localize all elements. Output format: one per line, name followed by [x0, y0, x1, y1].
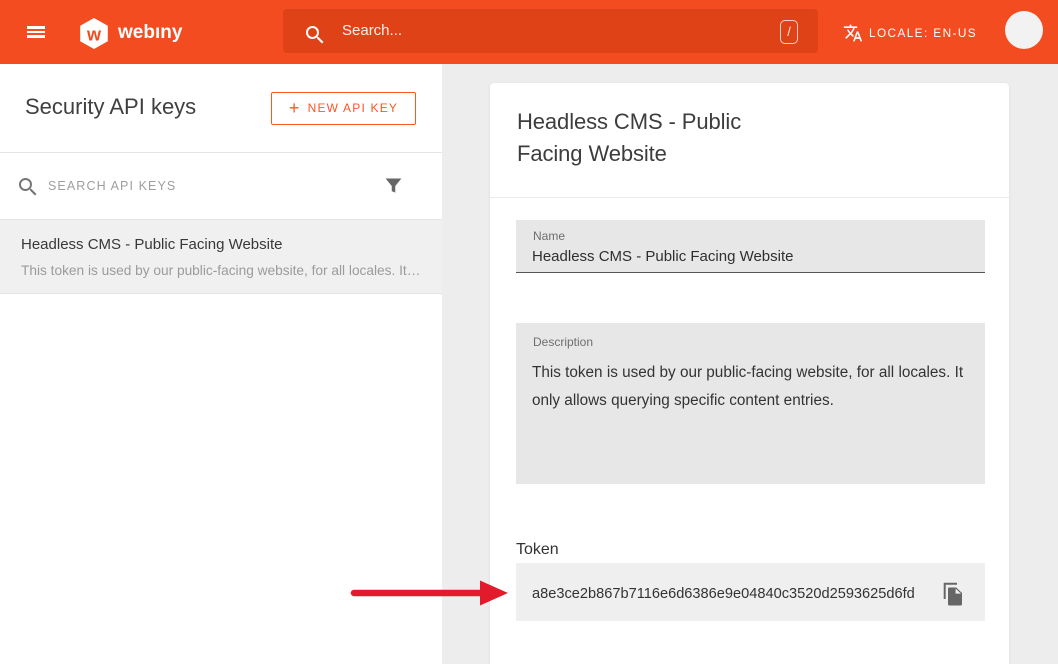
- svg-text:w: w: [86, 25, 102, 45]
